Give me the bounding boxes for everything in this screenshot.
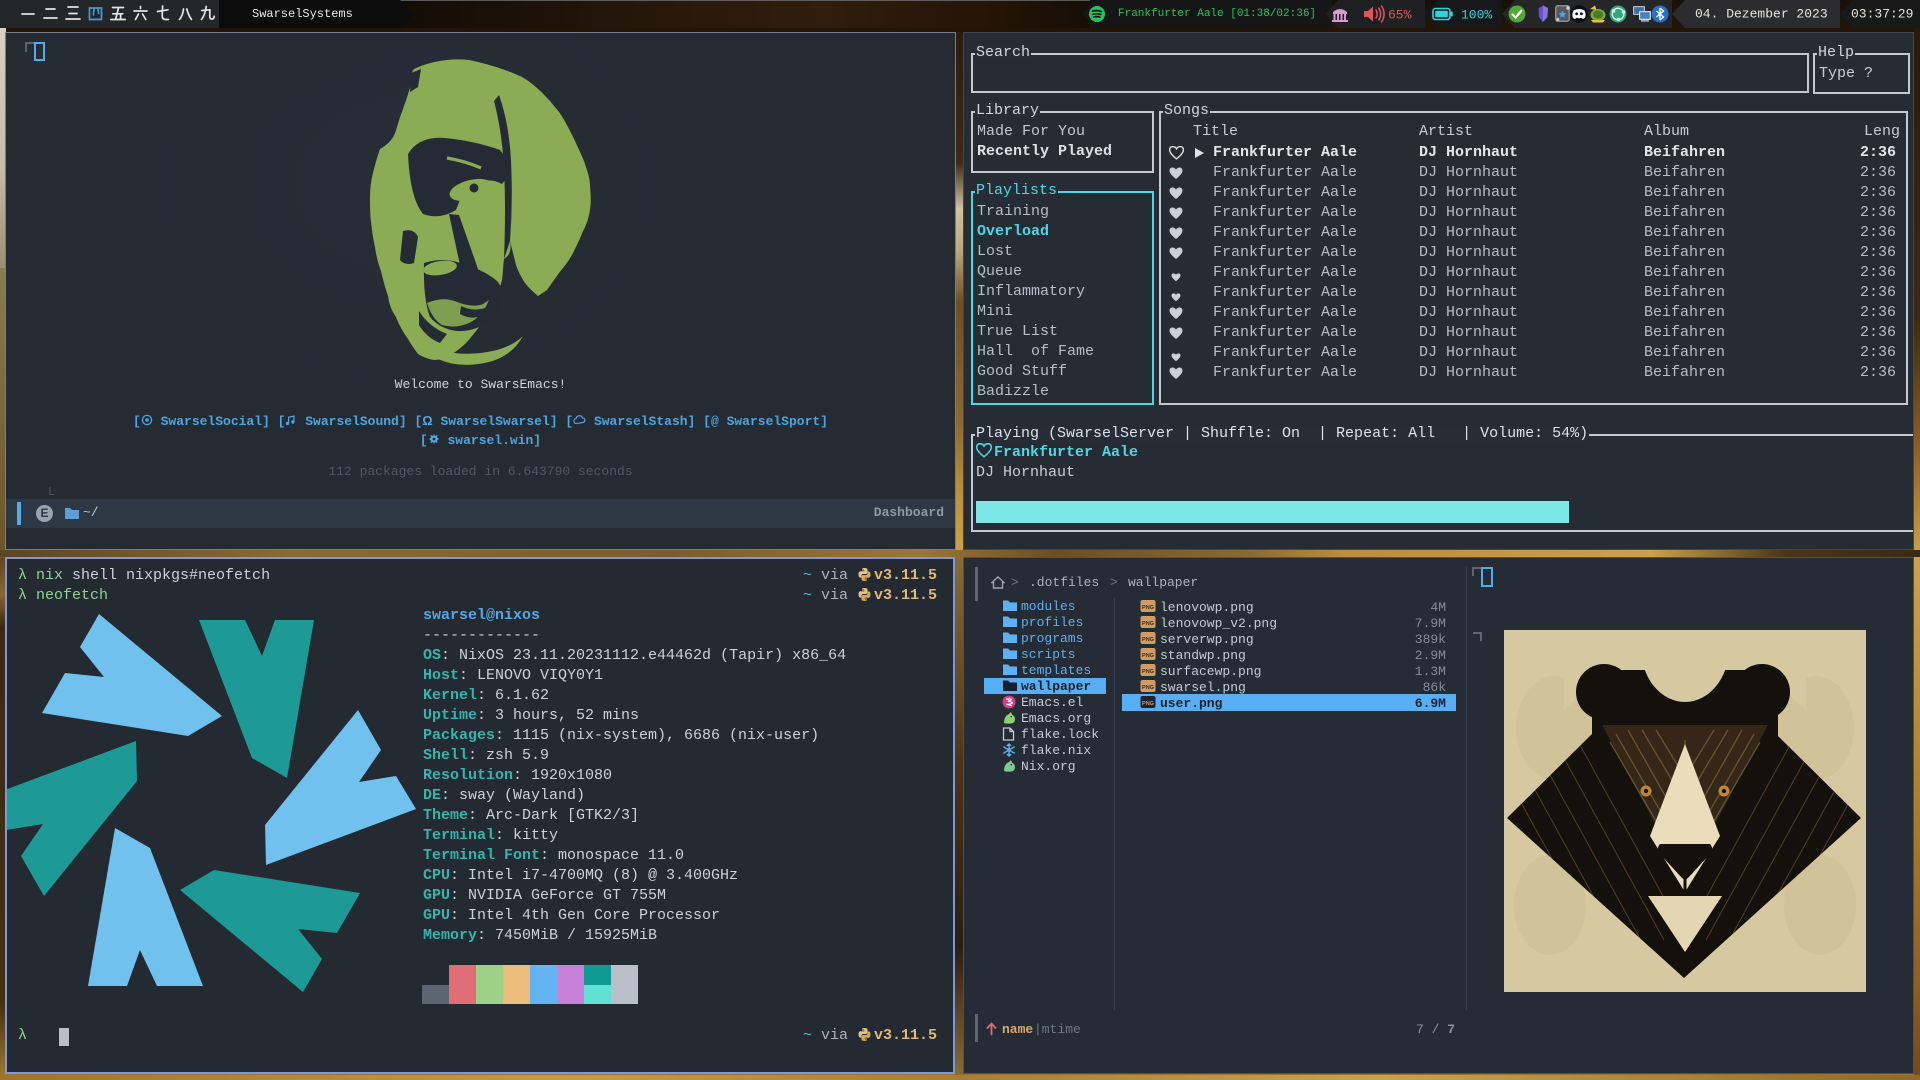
svg-text:PNG: PNG xyxy=(1142,605,1154,611)
svg-text:PNG: PNG xyxy=(1142,701,1154,707)
svg-text:PNG: PNG xyxy=(1142,669,1154,675)
svg-text:PNG: PNG xyxy=(1142,685,1154,691)
svg-text:PNG: PNG xyxy=(1142,637,1154,643)
svg-text:PNG: PNG xyxy=(1142,653,1154,659)
svg-text:100%: 100% xyxy=(1461,8,1492,23)
svg-text:PNG: PNG xyxy=(1142,621,1154,627)
svg-text:65%: 65% xyxy=(1388,8,1412,23)
